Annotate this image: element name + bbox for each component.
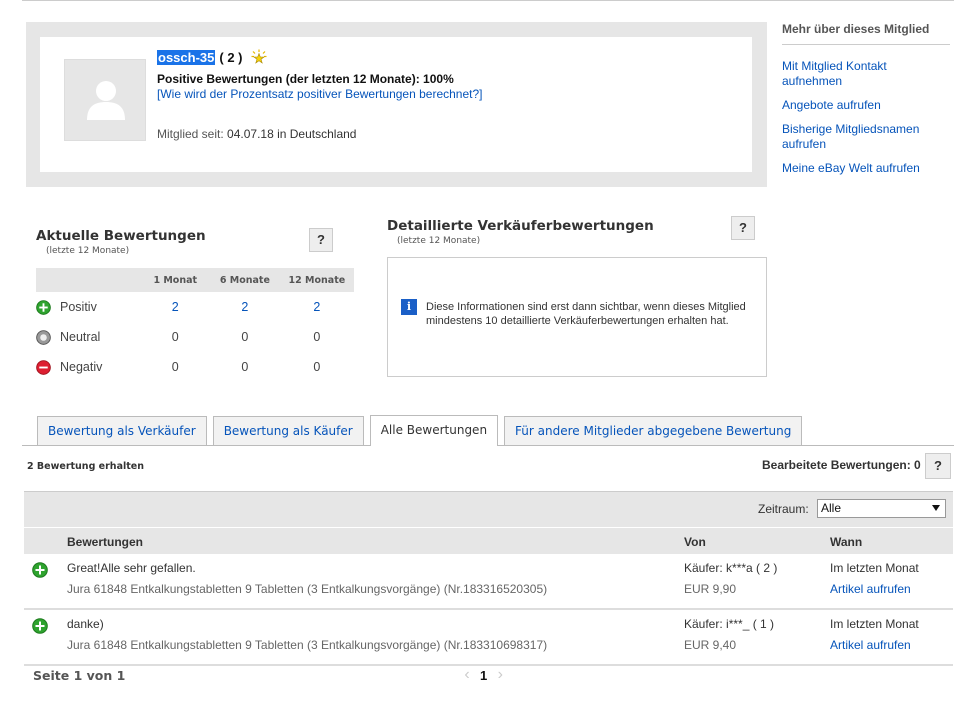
positive-icon (32, 562, 48, 578)
positive-icon (36, 299, 51, 315)
item-title: Jura 61848 Entkalkungstabletten 9 Tablet… (67, 582, 548, 596)
negative-1-month: 0 (171, 360, 179, 374)
chevron-left-icon[interactable]: ‹ (460, 666, 474, 684)
table-row: danke) Jura 61848 Entkalkungstabletten 9… (24, 610, 953, 666)
recent-ratings-subtitle: (letzte 12 Monate) (46, 246, 130, 256)
item-price: EUR 9,90 (684, 582, 737, 596)
feedback-table-header: Bewertungen Von Wann (24, 528, 953, 554)
my-world-link[interactable]: Meine eBay Welt aufrufen (782, 161, 950, 176)
current-page[interactable]: 1 (480, 668, 487, 683)
chevron-down-icon (932, 505, 940, 511)
dsr-info-box: i Diese Informationen sind erst dann sic… (387, 257, 767, 377)
sidebar-title: Mehr über dieses Mitglied (782, 22, 950, 45)
member-since: Mitglied seit: 04.07.18 in Deutschland (157, 127, 356, 141)
recent-ratings-title: Aktuelle Bewertungen (36, 228, 206, 244)
feedback-time: Im letzten Monat (830, 561, 919, 575)
column-12-months: 12 Monate (288, 274, 346, 286)
tab-as-seller[interactable]: Bewertung als Verkäufer (37, 416, 207, 445)
feedback-received-count: 2 Bewertung erhalten (27, 461, 144, 472)
neutral-6-months: 0 (241, 330, 249, 344)
contact-member-link[interactable]: Mit Mitglied Kontakt aufnehmen (782, 59, 950, 89)
chevron-right-icon[interactable]: › (493, 666, 507, 684)
positive-icon (32, 618, 48, 634)
profile-panel: ossch-35 ( 2 ) Positive Bewertungen (der… (26, 22, 767, 187)
view-item-link[interactable]: Artikel aufrufen (830, 638, 911, 652)
negative-label: Negativ (60, 360, 103, 374)
dsr-title: Detaillierte Verkäuferbewertungen (387, 218, 654, 234)
filter-bar: Zeitraum: Alle (24, 491, 953, 527)
negative-row: Negativ 0 0 0 (36, 352, 354, 382)
positive-1-month-link[interactable]: 2 (140, 300, 210, 314)
member-since-label: Mitglied seit: (157, 127, 224, 141)
period-select[interactable]: Alle (817, 499, 946, 518)
positive-label: Positiv (60, 300, 97, 314)
view-item-link[interactable]: Artikel aufrufen (830, 582, 911, 596)
recent-ratings-help-button[interactable]: ? (309, 228, 333, 252)
positive-12-months-link[interactable]: 2 (280, 300, 354, 314)
dsr-info-text: Diese Informationen sind erst dann sicht… (426, 301, 746, 327)
edited-feedback-count: Bearbeitete Bewertungen: 0 (762, 458, 921, 472)
feedback-comment: Great!Alle sehr gefallen. (67, 561, 196, 575)
user-line: ossch-35 ( 2 ) (157, 49, 267, 65)
feedback-tabs: Bewertung als Verkäufer Bewertung als Kä… (37, 415, 808, 446)
positive-feedback-percent: Positive Bewertungen (der letzten 12 Mon… (157, 72, 454, 86)
star-icon (251, 49, 266, 64)
dsr-help-button[interactable]: ? (731, 216, 755, 240)
tab-all-feedback[interactable]: Alle Bewertungen (369, 415, 499, 446)
negative-icon (36, 359, 51, 375)
calculation-info-link[interactable]: [Wie wird der Prozentsatz positiver Bewe… (157, 87, 483, 101)
neutral-row: Neutral 0 0 0 (36, 322, 354, 352)
period-label: Zeitraum: (758, 502, 809, 516)
header-from: Von (684, 535, 706, 549)
item-price: EUR 9,40 (684, 638, 737, 652)
avatar (64, 59, 146, 141)
tab-left-for-others[interactable]: Für andere Mitglieder abgegebene Bewertu… (504, 416, 803, 445)
buyer-info[interactable]: Käufer: k***a ( 2 ) (684, 561, 777, 575)
item-title: Jura 61848 Entkalkungstabletten 9 Tablet… (67, 638, 548, 652)
tab-as-buyer[interactable]: Bewertung als Käufer (212, 416, 364, 445)
edited-feedback-help-button[interactable]: ? (925, 453, 951, 479)
feedback-time: Im letzten Monat (830, 617, 919, 631)
neutral-label: Neutral (60, 330, 101, 344)
member-since-value: 04.07.18 in Deutschland (227, 127, 357, 141)
username-link[interactable]: ossch-35 (157, 49, 216, 65)
member-sidebar: Mehr über dieses Mitglied Mit Mitglied K… (782, 22, 950, 185)
pagination: ‹ 1 › (460, 666, 507, 684)
dsr-subtitle: (letzte 12 Monate) (397, 236, 481, 246)
recent-ratings-table: 1 Monat 6 Monate 12 Monate Positiv 2 2 2… (36, 268, 354, 382)
column-1-month: 1 Monat (153, 274, 198, 286)
previous-usernames-link[interactable]: Bisherige Mitgliedsnamen aufrufen (782, 122, 950, 152)
positive-row: Positiv 2 2 2 (36, 292, 354, 322)
view-listings-link[interactable]: Angebote aufrufen (782, 98, 950, 113)
table-row: Great!Alle sehr gefallen. Jura 61848 Ent… (24, 554, 953, 610)
top-divider (22, 0, 954, 1)
user-silhouette-icon (87, 81, 125, 120)
negative-12-months: 0 (313, 360, 321, 374)
page-info: Seite 1 von 1 (33, 668, 126, 683)
neutral-1-month: 0 (171, 330, 179, 344)
neutral-icon (36, 329, 51, 345)
feedback-score[interactable]: ( 2 ) (219, 50, 242, 65)
neutral-12-months: 0 (313, 330, 321, 344)
feedback-comment: danke) (67, 617, 104, 631)
column-6-months: 6 Monate (219, 274, 270, 286)
profile-card: ossch-35 ( 2 ) Positive Bewertungen (der… (40, 37, 752, 172)
positive-6-months-link[interactable]: 2 (210, 300, 280, 314)
period-selected-value: Alle (821, 501, 842, 515)
header-feedback: Bewertungen (67, 535, 144, 549)
buyer-info[interactable]: Käufer: i***_ ( 1 ) (684, 617, 774, 631)
negative-6-months: 0 (241, 360, 249, 374)
recent-ratings-header: 1 Monat 6 Monate 12 Monate (36, 268, 354, 292)
header-when: Wann (830, 535, 863, 549)
sidebar-links: Mit Mitglied Kontakt aufnehmen Angebote … (782, 59, 950, 176)
info-icon: i (401, 299, 417, 315)
